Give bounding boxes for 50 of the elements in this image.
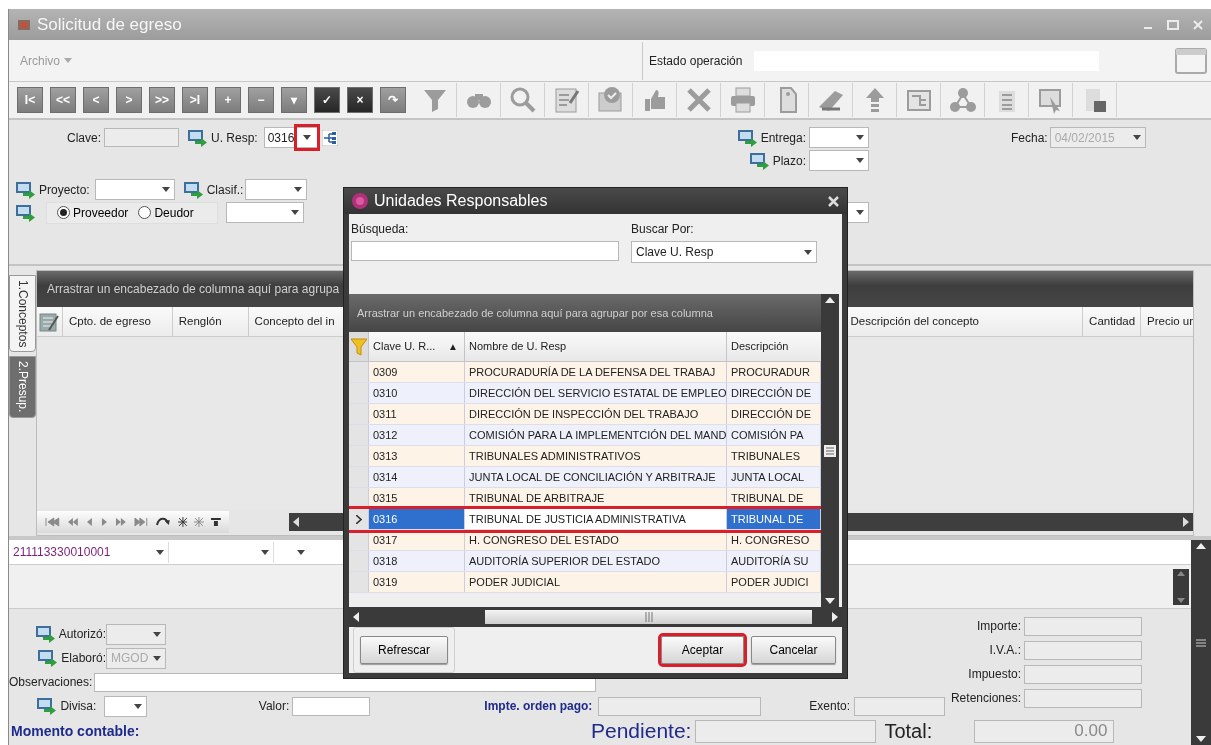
field-label: Búsqueda: bbox=[351, 221, 410, 238]
table-cell: PODER JUDICIAL bbox=[465, 572, 727, 592]
table-cell: 0317 bbox=[369, 530, 465, 550]
field-label: Plazo: bbox=[772, 152, 806, 170]
field-label: Entrega: bbox=[760, 129, 806, 147]
window-title: Solicitud de egreso bbox=[37, 13, 183, 36]
sort-arrow: ▲ bbox=[448, 340, 458, 354]
table-cell: AUDITORÍA SUPERIOR DEL ESTADO bbox=[465, 551, 727, 571]
group-by-hint: Arrastrar un encabezado de columna aquí para agrupa bbox=[47, 281, 340, 298]
table-cell: 0319 bbox=[369, 572, 465, 592]
table-cell: 0309 bbox=[369, 362, 465, 382]
table-cell: JUNTA LOCAL DE CONCILIACIÓN Y ARBITRAJE bbox=[465, 467, 727, 487]
field-label: U. Resp: bbox=[211, 129, 258, 147]
table-cell: COMISIÓN PARA LA IMPLEMENTCIÓN DEL MAND bbox=[465, 425, 727, 445]
group-by-hint: Arrastrar un encabezado de columna aquí para agrupar por esa columna bbox=[357, 305, 713, 321]
table-cell: TRIBUNAL DE JUSTICIA ADMINISTRATIVA bbox=[465, 509, 727, 529]
field-label: Exento: bbox=[809, 698, 850, 715]
field-label: Divisa: bbox=[60, 698, 97, 715]
field-label: Impuesto: bbox=[967, 666, 1021, 683]
field-label: Autorizó: bbox=[58, 626, 106, 643]
field-label: Fecha: bbox=[1011, 129, 1048, 147]
field-label: Clasif.: bbox=[206, 181, 244, 199]
field-label: Momento contable: bbox=[11, 721, 141, 741]
table-cell: H. CONGRESO DEL ESTADO bbox=[465, 530, 727, 550]
field-label: Clave: bbox=[66, 129, 101, 147]
table-cell: PROCURADURÍA DE LA DEFENSA DEL TRABAJ bbox=[465, 362, 727, 382]
table-cell: 0316 bbox=[369, 509, 465, 529]
field-label: Valor: bbox=[258, 698, 290, 715]
field-label: Importe: bbox=[976, 618, 1021, 635]
field-label: Elaboró: bbox=[61, 650, 106, 667]
table-cell: DIRECCIÓN DEL SERVICIO ESTATAL DE EMPLEO bbox=[465, 383, 727, 403]
table-cell: 0310 bbox=[369, 383, 465, 403]
field-label: Retenciones: bbox=[949, 690, 1021, 707]
table-cell: 0313 bbox=[369, 446, 465, 466]
field-label: Proyecto: bbox=[39, 181, 90, 199]
table-cell: 0318 bbox=[369, 551, 465, 571]
field-label: Total: bbox=[884, 719, 934, 744]
dialog-title: Unidades Responsables bbox=[374, 191, 549, 211]
field-label: Buscar Por: bbox=[631, 221, 695, 238]
table-cell: 0312 bbox=[369, 425, 465, 445]
field-label: I.V.A.: bbox=[988, 642, 1021, 659]
table-cell: 0311 bbox=[369, 404, 465, 424]
table-cell: TRIBUNAL DE bbox=[727, 509, 821, 529]
table-cell: 0314 bbox=[369, 467, 465, 487]
field-label: Pendiente: bbox=[591, 718, 692, 745]
field-label: Impte. orden pago: bbox=[484, 698, 593, 715]
table-cell: TRIBUNALES ADMINISTRATIVOS bbox=[465, 446, 727, 466]
field-label: Observaciones: bbox=[9, 674, 93, 691]
field-label: Estado operación bbox=[649, 52, 743, 70]
table-cell: DIRECCIÓN DE INSPECCIÓN DEL TRABAJO bbox=[465, 404, 727, 424]
